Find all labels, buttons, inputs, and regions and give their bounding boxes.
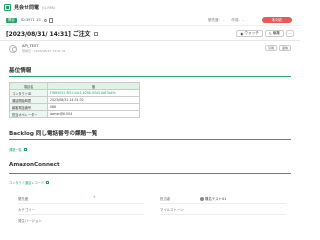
eye-icon: ◉ [240, 31, 244, 36]
field-label-milestone: マイルストーン [160, 208, 184, 212]
meta-priority-label: 優先度: [208, 17, 220, 22]
table-header-value: 値 [47, 82, 140, 90]
record-meta: 優先度: - 作成: - 未対応 [201, 17, 294, 23]
section-heading-basic: 基位情報 [9, 68, 32, 74]
app-header: 見会せ問電 (Q-RPA) [0, 0, 300, 15]
meta-priority-value: - [223, 18, 225, 22]
field-label-version: 発生バージョン [18, 219, 42, 223]
table-header-row: 項目名 値 [9, 82, 140, 90]
field-divider [18, 203, 144, 204]
page-title: [2023/08/31/ 14:31] ご注文 [6, 31, 91, 38]
more-button[interactable]: ⋯ [286, 30, 294, 37]
field-label-category: カテゴリー [18, 208, 35, 212]
table-cell-value: 086 [47, 103, 140, 111]
meta-created-label: 作成: [231, 17, 240, 22]
page-header: [2023/08/31/ 14:31] ご注文 ◉ ウォッチ ✎ 編集 ⋯ [0, 27, 300, 41]
table-cell-key: 顧客電話番号 [9, 103, 48, 111]
record-id: ID:3971 13 [20, 18, 41, 22]
section-divider [9, 139, 291, 140]
record-type-badge: 問合 [6, 17, 17, 23]
external-link-icon [23, 148, 27, 151]
watch-label: ウォッチ [244, 31, 259, 35]
comment-actions: 引用 返信 [264, 45, 291, 51]
table-cell-value: owner@tl.004 [47, 110, 140, 118]
avatar[interactable] [9, 45, 17, 53]
section-heading-backlog: Backlog 同し電話番号の課題一覧 [9, 131, 98, 137]
contact-id-link[interactable]: f7869092-8f1f-44c3-b298-93d51b67bd5c [47, 89, 140, 97]
table-cell-key: 通話開始時間 [9, 96, 48, 104]
section-divider [9, 173, 291, 174]
field-label-assignee: 担当者 [160, 197, 171, 201]
field-divider [160, 214, 286, 215]
document-icon[interactable] [94, 31, 99, 36]
table-row: 顧客電話番号 086 [9, 103, 140, 111]
section-divider [9, 76, 291, 77]
table-header-key: 項目名 [9, 82, 48, 90]
quote-button[interactable]: 引用 [264, 45, 277, 51]
external-link-icon [46, 181, 50, 184]
info-icon[interactable] [43, 18, 47, 22]
table-cell-value: 2023/08/31 14:31:32 [47, 96, 140, 104]
pencil-icon: ✎ [268, 31, 272, 36]
issue-list-link[interactable]: 課題一覧 [9, 147, 27, 152]
priority-value[interactable]: + [93, 195, 96, 199]
status-badge[interactable]: 未対応 [262, 17, 292, 23]
assignee-name: 楓名テスト01 [205, 197, 227, 201]
basic-info-table: 項目名 値 コンタクトID f7869092-8f1f-44c3-b298-93… [9, 82, 140, 118]
phone-app-icon [4, 4, 11, 11]
table-row: 通話開始時間 2023/08/31 14:31:32 [9, 96, 140, 104]
comment-user[interactable]: API_TEST [22, 44, 38, 48]
table-row: 担当オペレーター owner@tl.004 [9, 110, 140, 118]
meta-created-value: - [242, 18, 244, 22]
field-label-priority: 優先度 [18, 197, 29, 201]
app-title: 見会せ問電 [14, 5, 40, 11]
record-id-row: 問合 ID:3971 13 優先度: - 作成: - 未対応 [0, 15, 300, 26]
app-title-en: (Q-RPA) [42, 5, 56, 10]
table-cell-key: 担当オペレーター [9, 110, 48, 118]
assignee-value[interactable]: 楓名テスト01 [200, 196, 226, 201]
comment-header: API_TEST 登録日 : 2023/08/31 14:31:31 引用 返信 [9, 44, 291, 59]
call-record-link[interactable]: コンタクト通話レコード [9, 180, 50, 185]
edit-label: 編集 [272, 31, 280, 35]
watch-button[interactable]: ◉ ウォッチ [236, 30, 263, 37]
call-record-label: コンタクト通話レコード [9, 181, 45, 185]
reply-button[interactable]: 返信 [278, 45, 291, 51]
toolbar: ◉ ウォッチ ✎ 編集 ⋯ [236, 30, 294, 37]
issue-list-label: 課題一覧 [9, 148, 22, 152]
field-divider [160, 203, 286, 204]
copy-icon[interactable] [48, 17, 53, 23]
table-row: コンタクトID f7869092-8f1f-44c3-b298-93d51b67… [9, 89, 140, 97]
comment-date: 登録日 : 2023/08/31 14:31:31 [22, 49, 66, 53]
edit-button[interactable]: ✎ 編集 [264, 30, 284, 37]
field-divider [18, 214, 144, 215]
assignee-avatar [200, 197, 204, 201]
table-cell-key: コンタクトID [9, 89, 48, 97]
section-heading-amazon: AmazonConnect [9, 162, 60, 168]
